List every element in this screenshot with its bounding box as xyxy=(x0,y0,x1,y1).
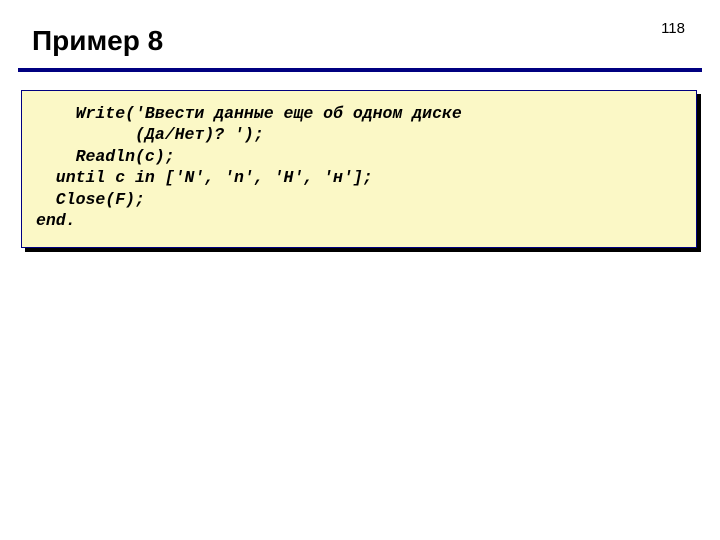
code-line: Close(F); xyxy=(36,189,682,210)
code-line: Write('Ввести данные еще об одном диске xyxy=(36,103,682,124)
code-line: Readln(c); xyxy=(36,146,682,167)
code-line: until c in ['N', 'n', 'Н', 'н']; xyxy=(36,167,682,188)
code-line: end. xyxy=(36,210,682,231)
code-line: (Да/Нет)? '); xyxy=(36,124,682,145)
title-underline xyxy=(18,68,702,72)
code-box: Write('Ввести данные еще об одном диске … xyxy=(21,90,697,248)
slide-title: Пример 8 xyxy=(32,25,163,57)
page-number: 118 xyxy=(661,20,685,37)
